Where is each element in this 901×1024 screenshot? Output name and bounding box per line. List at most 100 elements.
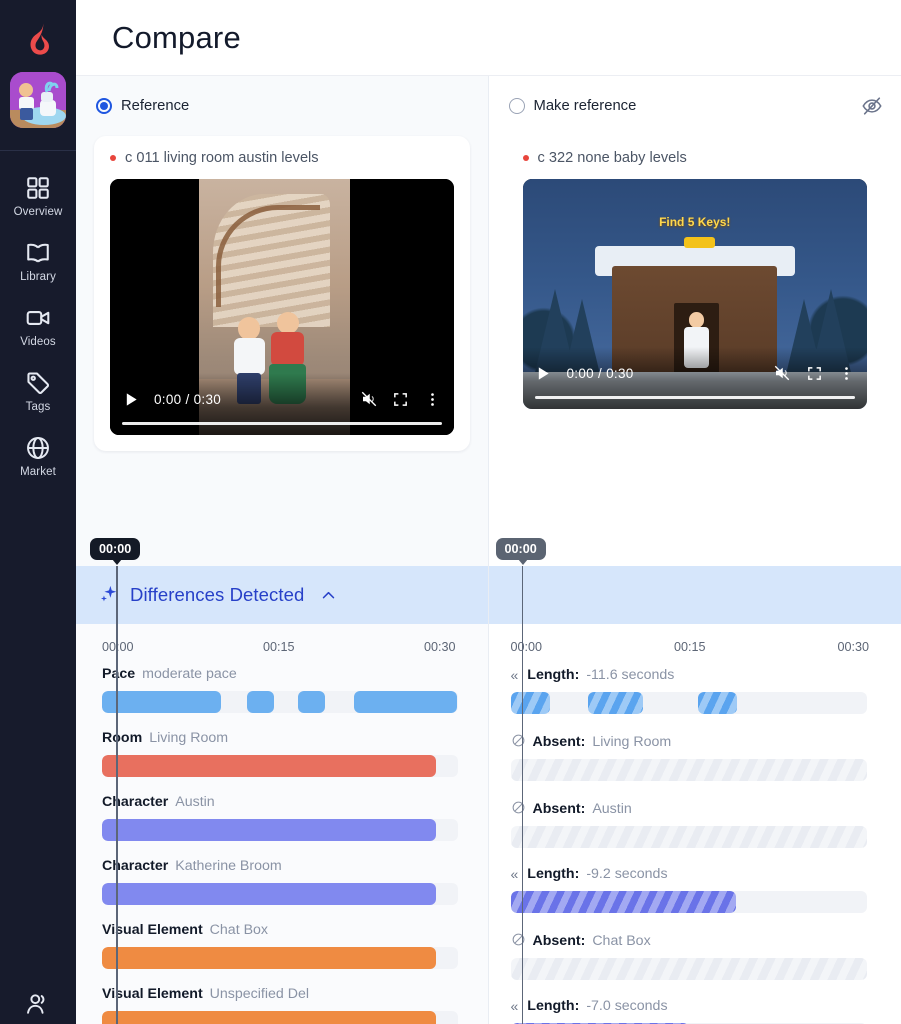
sidebar-item-overview[interactable]: Overview [0, 173, 76, 220]
timeline-track[interactable] [102, 947, 458, 969]
main-content: Compare Reference c 011 living room aust… [76, 0, 901, 1024]
left-video-card: c 011 living room austin levels 0:00 / 0… [94, 136, 470, 451]
timeline-track[interactable] [102, 691, 458, 713]
flame-logo-icon[interactable] [12, 14, 64, 66]
sidebar-item-label: Overview [13, 206, 63, 218]
left-video-player[interactable]: 0:00 / 0:30 [110, 179, 454, 435]
timeline-segment[interactable] [297, 691, 326, 713]
timeline-row: Character Katherine Broom [102, 858, 458, 905]
timeline-segment[interactable] [587, 692, 644, 714]
timeline-row-key: Length: [527, 998, 580, 1014]
more-options-icon[interactable] [424, 390, 442, 408]
playhead-right[interactable]: 00:00 [495, 538, 546, 1024]
right-column-header: Make reference [489, 76, 901, 136]
reference-radio[interactable] [96, 98, 112, 114]
timeline-row-key: Length: [527, 667, 580, 683]
timeline-row-value: Chat Box [209, 922, 269, 938]
mute-icon[interactable] [773, 364, 791, 382]
left-video-scrubber[interactable] [122, 422, 442, 425]
sidebar-item-videos[interactable]: Videos [0, 303, 76, 350]
page-title: Compare [112, 19, 241, 55]
eye-off-icon[interactable] [861, 95, 883, 117]
sidebar: Overview Library Videos Tags Market [0, 0, 76, 1024]
timeline-row: « Length: -7.0 seconds [510, 997, 867, 1024]
left-video-title: c 011 living room austin levels [125, 150, 319, 166]
playhead-time-badge: 00:00 [495, 538, 546, 565]
timeline-track[interactable] [102, 755, 458, 777]
tag-icon [25, 370, 51, 396]
chevrons-left-icon: « [510, 667, 519, 683]
right-video-controls: 0:00 / 0:30 [522, 347, 867, 409]
timeline-track[interactable] [510, 826, 867, 848]
sidebar-nav: Overview Library Videos Tags Market [0, 151, 76, 480]
book-icon [25, 240, 51, 266]
timeline-row-value: Katherine Broom [175, 858, 282, 874]
timeline-row: Visual Element Unspecified Del [102, 986, 458, 1024]
mute-icon[interactable] [360, 390, 378, 408]
right-video-scrubber[interactable] [534, 396, 855, 399]
timeline-segment[interactable] [510, 891, 737, 913]
timeline-row: Character Austin [102, 794, 458, 841]
timeline-track[interactable] [102, 883, 458, 905]
axis-tick: 00:00 [510, 640, 543, 654]
timeline-row: Visual Element Chat Box [102, 922, 458, 969]
timeline-segment[interactable] [353, 691, 458, 713]
no-entry-icon [511, 733, 526, 748]
page-header: Compare [76, 0, 901, 76]
timeline-row-value: -7.0 seconds [586, 998, 668, 1014]
differences-banner[interactable]: Differences Detected [76, 566, 488, 624]
timeline-segment[interactable] [102, 691, 222, 713]
play-icon[interactable] [122, 390, 140, 408]
timeline-row-label: Pace moderate pace [102, 666, 458, 682]
more-options-icon[interactable] [837, 364, 855, 382]
differences-section: Differences Detected 00:00 00:15 00:30 P… [76, 538, 901, 1024]
timeline-rows-left: Pace moderate pace Room Living Room Characte… [76, 654, 488, 1024]
timeline-track[interactable] [510, 891, 867, 913]
community-icon [25, 990, 51, 1016]
timeline-segment[interactable] [102, 1011, 437, 1024]
sidebar-item-tags[interactable]: Tags [0, 368, 76, 415]
fullscreen-icon[interactable] [392, 390, 410, 408]
timeline-segment[interactable] [102, 883, 437, 905]
chevron-up-icon[interactable] [320, 587, 337, 604]
timeline-row-label: Absent: Living Room [511, 731, 868, 750]
video-camera-icon [25, 305, 51, 331]
right-video-time: 0:00 / 0:30 [566, 365, 634, 381]
timeline-track[interactable] [510, 958, 867, 980]
sidebar-item-library[interactable]: Library [0, 238, 76, 285]
right-video-player[interactable]: Find 5 Keys! 0:00 / 0:30 [522, 179, 867, 409]
timeline-segment[interactable] [698, 692, 738, 714]
sidebar-item-market[interactable]: Market [0, 433, 76, 480]
chevrons-left-icon: « [510, 998, 519, 1014]
timeline-segment[interactable] [102, 947, 437, 969]
timeline-track[interactable] [510, 759, 867, 781]
timeline-row-value: -9.2 seconds [586, 866, 668, 882]
playhead-left[interactable]: 00:00 [90, 538, 141, 1024]
timeline-row-key: Absent: [532, 801, 586, 817]
timeline-row-value: moderate pace [142, 666, 237, 682]
sidebar-item-community[interactable] [0, 990, 76, 1016]
fullscreen-icon[interactable] [805, 364, 823, 382]
timeline-axis-left: 00:00 00:15 00:30 [76, 624, 488, 654]
timeline-segment[interactable] [246, 691, 275, 713]
timeline-track[interactable] [102, 1011, 458, 1024]
right-video-title: c 322 none baby levels [537, 150, 687, 166]
play-icon[interactable] [535, 364, 553, 382]
timeline-right: 00:00 00:15 00:30 « Length: -11.6 seconds A… [488, 538, 901, 1024]
globe-icon [25, 435, 51, 461]
timeline-segment[interactable] [510, 692, 550, 714]
timeline-segment[interactable] [102, 819, 437, 841]
chevrons-left-icon: « [510, 866, 519, 882]
timeline-row-key: Character [102, 858, 169, 874]
timeline-row-key: Absent: [532, 933, 586, 949]
project-avatar[interactable] [10, 72, 66, 128]
timeline-row-value: -11.6 seconds [586, 667, 675, 683]
timeline-track[interactable] [102, 819, 458, 841]
timeline-track[interactable] [510, 692, 867, 714]
timeline-row-label: Room Living Room [102, 730, 458, 746]
sidebar-item-label: Tags [25, 401, 51, 413]
timeline-segment[interactable] [102, 755, 437, 777]
timeline-row: Absent: Living Room [510, 731, 868, 781]
timeline-row-label: Character Katherine Broom [102, 858, 458, 874]
make-reference-radio[interactable] [508, 98, 525, 114]
